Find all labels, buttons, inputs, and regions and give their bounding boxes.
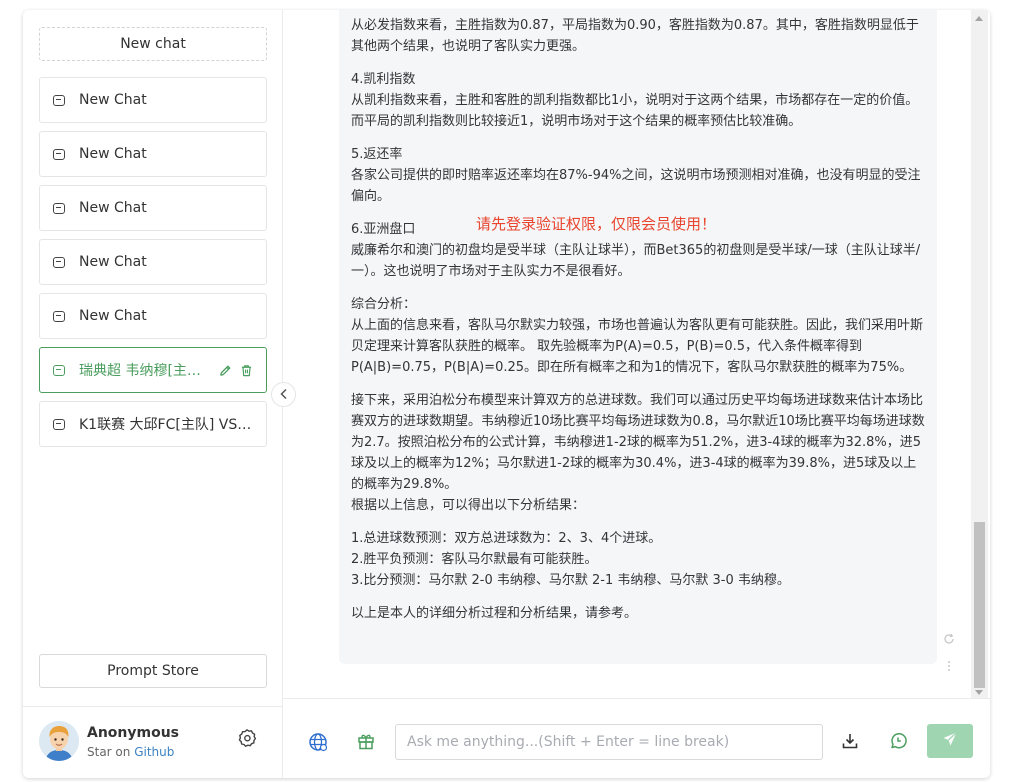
- message-paragraph: 4.凯利指数 从凯利指数来看，主胜和客胜的凯利指数都比1小，说明对于这两个结果，…: [351, 72, 919, 129]
- history-item-label: New Chat: [79, 146, 147, 162]
- delete-icon[interactable]: [240, 364, 253, 377]
- history-item[interactable]: New Chat: [39, 77, 267, 123]
- chat-history-list: New Chat New Chat New Chat New Chat New …: [39, 77, 267, 455]
- message-paragraph: 以上是本人的详细分析过程和分析结果，请参考。: [351, 606, 638, 621]
- message-tools: [943, 630, 957, 676]
- prompt-store-button[interactable]: Prompt Store: [39, 654, 267, 688]
- gear-icon[interactable]: [237, 728, 257, 748]
- chat-bubble-icon: [53, 418, 65, 430]
- chat-bubble-icon: [53, 364, 65, 376]
- scroll-down-arrow-icon[interactable]: [975, 690, 983, 695]
- download-icon[interactable]: [839, 730, 861, 752]
- app-window: New chat New Chat New Chat New Chat New …: [23, 10, 990, 778]
- scrollbar-thumb[interactable]: [974, 522, 985, 688]
- send-icon: [942, 731, 958, 751]
- chevron-left-icon: [279, 385, 289, 404]
- message-paragraph: 综合分析： 从上面的信息来看，客队马尔默实力较强，市场也普遍认为客队更有可能获胜…: [351, 297, 924, 375]
- chat-footer: [283, 698, 990, 778]
- star-prefix: Star on: [87, 745, 135, 759]
- message-paragraph: 1.总进球数预测：双方总进球数为：2、3、4个进球。 2.胜平负预测：客队马尔默…: [351, 531, 790, 588]
- chat-bubble-icon: [53, 94, 65, 106]
- refresh-icon[interactable]: [943, 630, 957, 649]
- chat-bubble-icon: [53, 256, 65, 268]
- message-paragraph: 接下来，采用泊松分布模型来计算双方的总进球数。我们可以通过历史平均每场进球数来估…: [351, 393, 925, 513]
- message-paragraph: 5.返还率 各家公司提供的即时赔率返还率均在87%-94%之间，这说明市场预测相…: [351, 147, 921, 204]
- scroll-up-arrow-icon[interactable]: [975, 16, 983, 21]
- history-item-label: New Chat: [79, 254, 147, 270]
- history-item[interactable]: New Chat: [39, 131, 267, 177]
- github-link[interactable]: Github: [134, 745, 174, 759]
- globe-icon[interactable]: [307, 731, 329, 753]
- history-item[interactable]: New Chat: [39, 293, 267, 339]
- message-paragraph: 3.必发指数 从必发指数来看，主胜指数为0.87，平局指数为0.90，客胜指数为…: [351, 10, 919, 54]
- history-item[interactable]: New Chat: [39, 239, 267, 285]
- new-chat-button[interactable]: New chat: [39, 27, 267, 61]
- gift-icon[interactable]: [355, 730, 377, 752]
- history-item-label: New Chat: [79, 200, 147, 216]
- collapse-sidebar-button[interactable]: [271, 382, 296, 407]
- history-item[interactable]: K1联赛 大邱FC[主队] VS 蔚山现代: [39, 401, 267, 447]
- history-item[interactable]: New Chat: [39, 185, 267, 231]
- history-item-label: 瑞典超 韦纳穆[主队] VS 马尔默: [79, 363, 213, 379]
- avatar[interactable]: [39, 721, 79, 761]
- chat-scrollbar[interactable]: [971, 10, 988, 698]
- chat-scroll-area[interactable]: 3.必发指数 从必发指数来看，主胜指数为0.87，平局指数为0.90，客胜指数为…: [283, 10, 990, 698]
- assistant-message: 3.必发指数 从必发指数来看，主胜指数为0.87，平局指数为0.90，客胜指数为…: [339, 10, 937, 664]
- history-item-label: New Chat: [79, 92, 147, 108]
- history-item-active[interactable]: 瑞典超 韦纳穆[主队] VS 马尔默: [39, 347, 267, 393]
- chat-bubble-icon: [53, 310, 65, 322]
- github-star-text: Star on Github: [87, 745, 174, 759]
- login-required-watermark: 请先登录验证权限，仅限会员使用！: [476, 215, 717, 233]
- send-button[interactable]: [927, 724, 973, 758]
- more-vertical-icon[interactable]: [947, 657, 957, 676]
- user-name: Anonymous: [87, 725, 180, 741]
- sidebar: New chat New Chat New Chat New Chat New …: [23, 10, 283, 778]
- history-item-actions: [219, 364, 253, 377]
- chat-main: 3.必发指数 从必发指数来看，主胜指数为0.87，平局指数为0.90，客胜指数为…: [283, 10, 990, 778]
- user-info: Anonymous Star on Github: [23, 706, 283, 778]
- history-item-label: K1联赛 大邱FC[主队] VS 蔚山现代: [79, 417, 253, 433]
- edit-icon[interactable]: [219, 364, 232, 377]
- chat-bubble-icon: [53, 202, 65, 214]
- whatsapp-icon[interactable]: [887, 730, 909, 752]
- chat-input[interactable]: [395, 724, 823, 760]
- history-item-label: New Chat: [79, 308, 147, 324]
- chat-bubble-icon: [53, 148, 65, 160]
